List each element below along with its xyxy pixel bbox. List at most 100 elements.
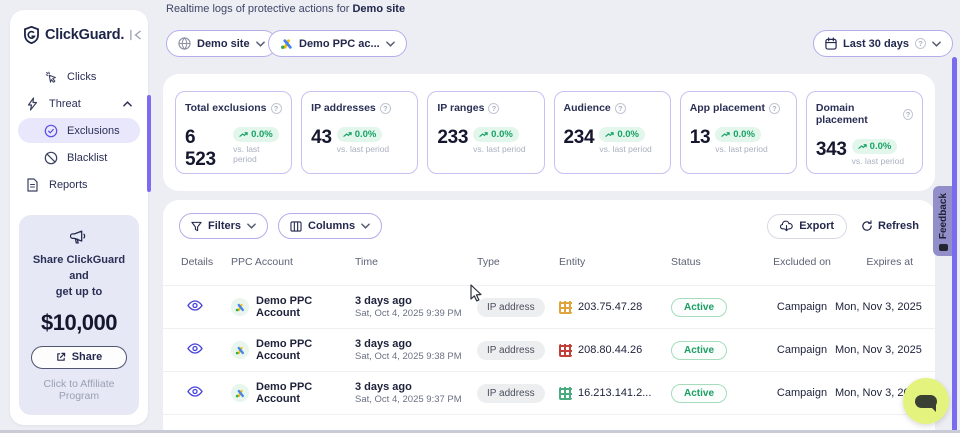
sidebar-item-reports[interactable]: Reports: [18, 172, 140, 197]
info-icon[interactable]: [615, 103, 626, 114]
stats-panel: Total exclusions 6 523 0.0% vs. last per…: [163, 74, 935, 191]
clickguard-shield-logo-icon: [23, 26, 40, 44]
prohibition-icon: [44, 151, 58, 165]
stat-period-label: vs. last period: [473, 144, 525, 154]
stat-card-audience: Audience 234 0.0% vs. last period: [554, 91, 671, 174]
page-subtitle: Realtime logs of protective actions for …: [166, 3, 405, 15]
col-header-status[interactable]: Status: [671, 256, 769, 269]
refresh-button-label: Refresh: [878, 220, 919, 232]
col-header-details[interactable]: Details: [181, 256, 231, 269]
export-download-icon: [780, 220, 793, 232]
site-selector-value: Demo site: [197, 38, 250, 50]
details-eye-icon[interactable]: [181, 300, 203, 311]
date-range-dropdown[interactable]: Last 30 days: [813, 30, 953, 57]
sidebar-item-label: Blacklist: [67, 152, 107, 164]
col-header-time[interactable]: Time: [355, 256, 477, 269]
share-button[interactable]: Share: [31, 346, 127, 369]
click-cursor-icon: [44, 70, 58, 84]
page-scrollbar[interactable]: [952, 57, 957, 433]
details-eye-icon[interactable]: [181, 343, 203, 354]
columns-icon: [290, 221, 302, 232]
trend-up-icon: [343, 131, 352, 138]
refresh-button[interactable]: Refresh: [861, 220, 919, 232]
chevron-up-icon[interactable]: [123, 101, 132, 107]
stat-period-label: vs. last period: [599, 144, 651, 154]
trend-up-icon: [479, 131, 488, 138]
col-header-entity[interactable]: Entity: [559, 256, 671, 269]
trend-up-icon: [239, 131, 248, 138]
chevron-down-icon: [256, 41, 265, 47]
trend-badge: 0.0%: [852, 139, 898, 154]
table-header-row: Details PPC Account Time Type Entity Sta…: [163, 240, 935, 286]
ppc-account-cell: Demo PPC Account: [231, 381, 355, 405]
chat-bubble-icon: [915, 395, 937, 408]
sidebar-item-label: Exclusions: [67, 125, 120, 137]
expires-at-cell: Mon, Nov 3, 2025: [835, 344, 928, 356]
logo-row: ClickGuard.: [10, 10, 148, 58]
stat-label: Total exclusions: [185, 102, 267, 114]
columns-button[interactable]: Columns: [278, 213, 382, 239]
export-button[interactable]: Export: [767, 214, 847, 239]
details-eye-icon[interactable]: [181, 386, 203, 397]
stat-value: 343: [816, 139, 847, 161]
col-header-excluded-on[interactable]: Excluded on: [769, 256, 835, 269]
stat-label: App placement: [690, 102, 765, 114]
ppc-account-cell: Demo PPC Account: [231, 338, 355, 362]
trend-badge: 0.0%: [233, 127, 279, 142]
ppc-account-selector-dropdown[interactable]: Demo PPC ac...: [268, 30, 407, 57]
type-badge: IP address: [477, 298, 545, 317]
info-icon[interactable]: [903, 109, 913, 120]
stat-card-ip-addresses: IP addresses 43 0.0% vs. last period: [301, 91, 418, 174]
filters-button[interactable]: Filters: [179, 213, 268, 239]
info-icon[interactable]: [769, 103, 780, 114]
ppc-account-cell: Demo PPC Account: [231, 295, 355, 319]
sidebar-item-threat[interactable]: Threat: [18, 91, 140, 116]
sidebar-item-clicks[interactable]: Clicks: [18, 64, 140, 89]
info-icon[interactable]: [380, 103, 391, 114]
megaphone-icon: [27, 229, 131, 245]
trend-up-icon: [858, 143, 867, 150]
sidebar-collapse-icon[interactable]: [129, 29, 142, 41]
ppc-account-selector-value: Demo PPC ac...: [299, 38, 380, 50]
google-ads-icon: [280, 38, 293, 50]
trend-badge: 0.0%: [715, 127, 761, 142]
ip-identicon: [559, 387, 572, 400]
external-link-icon: [56, 352, 66, 362]
affiliate-link-text[interactable]: Click to Affiliate Program: [27, 378, 131, 402]
check-circle-icon: [44, 124, 58, 138]
stat-label: Domain placement: [816, 102, 899, 126]
type-badge: IP address: [477, 341, 545, 360]
col-header-expires-at[interactable]: Expires at: [835, 256, 919, 269]
entity-cell: 208.80.44.26: [559, 344, 671, 357]
excluded-on-cell: Campaign: [769, 344, 835, 356]
table-row[interactable]: Demo PPC Account 3 days ago Sat, Oct 4, …: [163, 372, 935, 415]
sidebar-item-blacklist[interactable]: Blacklist: [18, 145, 140, 170]
col-header-ppc-account[interactable]: PPC Account: [231, 256, 355, 269]
stat-value: 234: [564, 127, 595, 149]
stat-value: 233: [437, 127, 468, 149]
stat-card-ip-ranges: IP ranges 233 0.0% vs. last period: [427, 91, 544, 174]
affiliate-promo-card[interactable]: Share ClickGuard and get up to $10,000 S…: [19, 215, 139, 415]
sidebar-scrollbar[interactable]: [147, 95, 151, 192]
info-icon[interactable]: [271, 103, 282, 114]
sidebar-nav: Clicks Threat Exclusions Blacklist: [10, 58, 148, 203]
sidebar-item-exclusions[interactable]: Exclusions: [18, 118, 140, 143]
feedback-tab[interactable]: Feedback: [933, 186, 953, 256]
stat-label: Audience: [564, 102, 611, 114]
sidebar-item-label: Threat: [49, 98, 81, 110]
chevron-down-icon: [932, 41, 941, 47]
col-header-type[interactable]: Type: [477, 256, 559, 269]
stat-card-domain-placement: Domain placement 343 0.0% vs. last perio…: [806, 91, 923, 174]
excluded-on-cell: Campaign: [769, 387, 835, 399]
table-row[interactable]: Demo PPC Account 3 days ago Sat, Oct 4, …: [163, 286, 935, 329]
site-selector-dropdown[interactable]: Demo site: [166, 30, 277, 57]
chat-widget-button[interactable]: [903, 378, 949, 424]
stat-period-label: vs. last period: [852, 156, 904, 166]
status-badge: Active: [671, 341, 727, 360]
entity-cell: 16.213.141.2...: [559, 387, 671, 400]
trend-badge: 0.0%: [337, 127, 383, 142]
table-row[interactable]: Demo PPC Account 3 days ago Sat, Oct 4, …: [163, 329, 935, 372]
info-icon[interactable]: [488, 103, 499, 114]
chevron-down-icon: [247, 223, 256, 229]
stat-card-total-exclusions: Total exclusions 6 523 0.0% vs. last per…: [175, 91, 292, 174]
